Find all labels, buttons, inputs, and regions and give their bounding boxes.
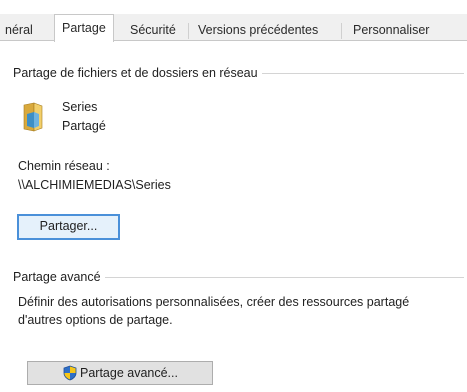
advanced-share-button-label: Partage avancé... <box>80 366 178 380</box>
shared-folder-icon <box>23 102 43 132</box>
tab-versions[interactable]: Versions précédentes <box>193 20 323 40</box>
tab-personnaliser[interactable]: Personnaliser <box>348 20 434 40</box>
share-button[interactable]: Partager... <box>17 214 120 240</box>
tab-separator <box>188 23 189 39</box>
advanced-share-button[interactable]: Partage avancé... <box>27 361 213 385</box>
folder-share-status: Partagé <box>62 119 106 133</box>
network-share-group-title: Partage de fichiers et de dossiers en ré… <box>13 66 262 80</box>
network-path-label: Chemin réseau : <box>18 159 110 173</box>
tab-general[interactable]: néral <box>0 20 38 40</box>
advanced-share-description-line1: Définir des autorisations personnalisées… <box>18 295 410 309</box>
folder-name: Series <box>62 100 98 114</box>
uac-shield-icon <box>63 365 77 381</box>
tab-partage[interactable]: Partage <box>54 14 114 42</box>
advanced-share-group-title: Partage avancé <box>13 270 105 284</box>
tab-separator <box>341 23 342 39</box>
advanced-share-description-line2: d'autres options de partage. <box>18 313 173 327</box>
tab-securite[interactable]: Sécurité <box>125 20 181 40</box>
properties-dialog: néral Partage Sécurité Versions précéden… <box>0 0 467 392</box>
network-path-value: \\ALCHIMIEMEDIAS\Series <box>18 178 171 192</box>
tab-strip: néral Partage Sécurité Versions précéden… <box>0 14 467 42</box>
